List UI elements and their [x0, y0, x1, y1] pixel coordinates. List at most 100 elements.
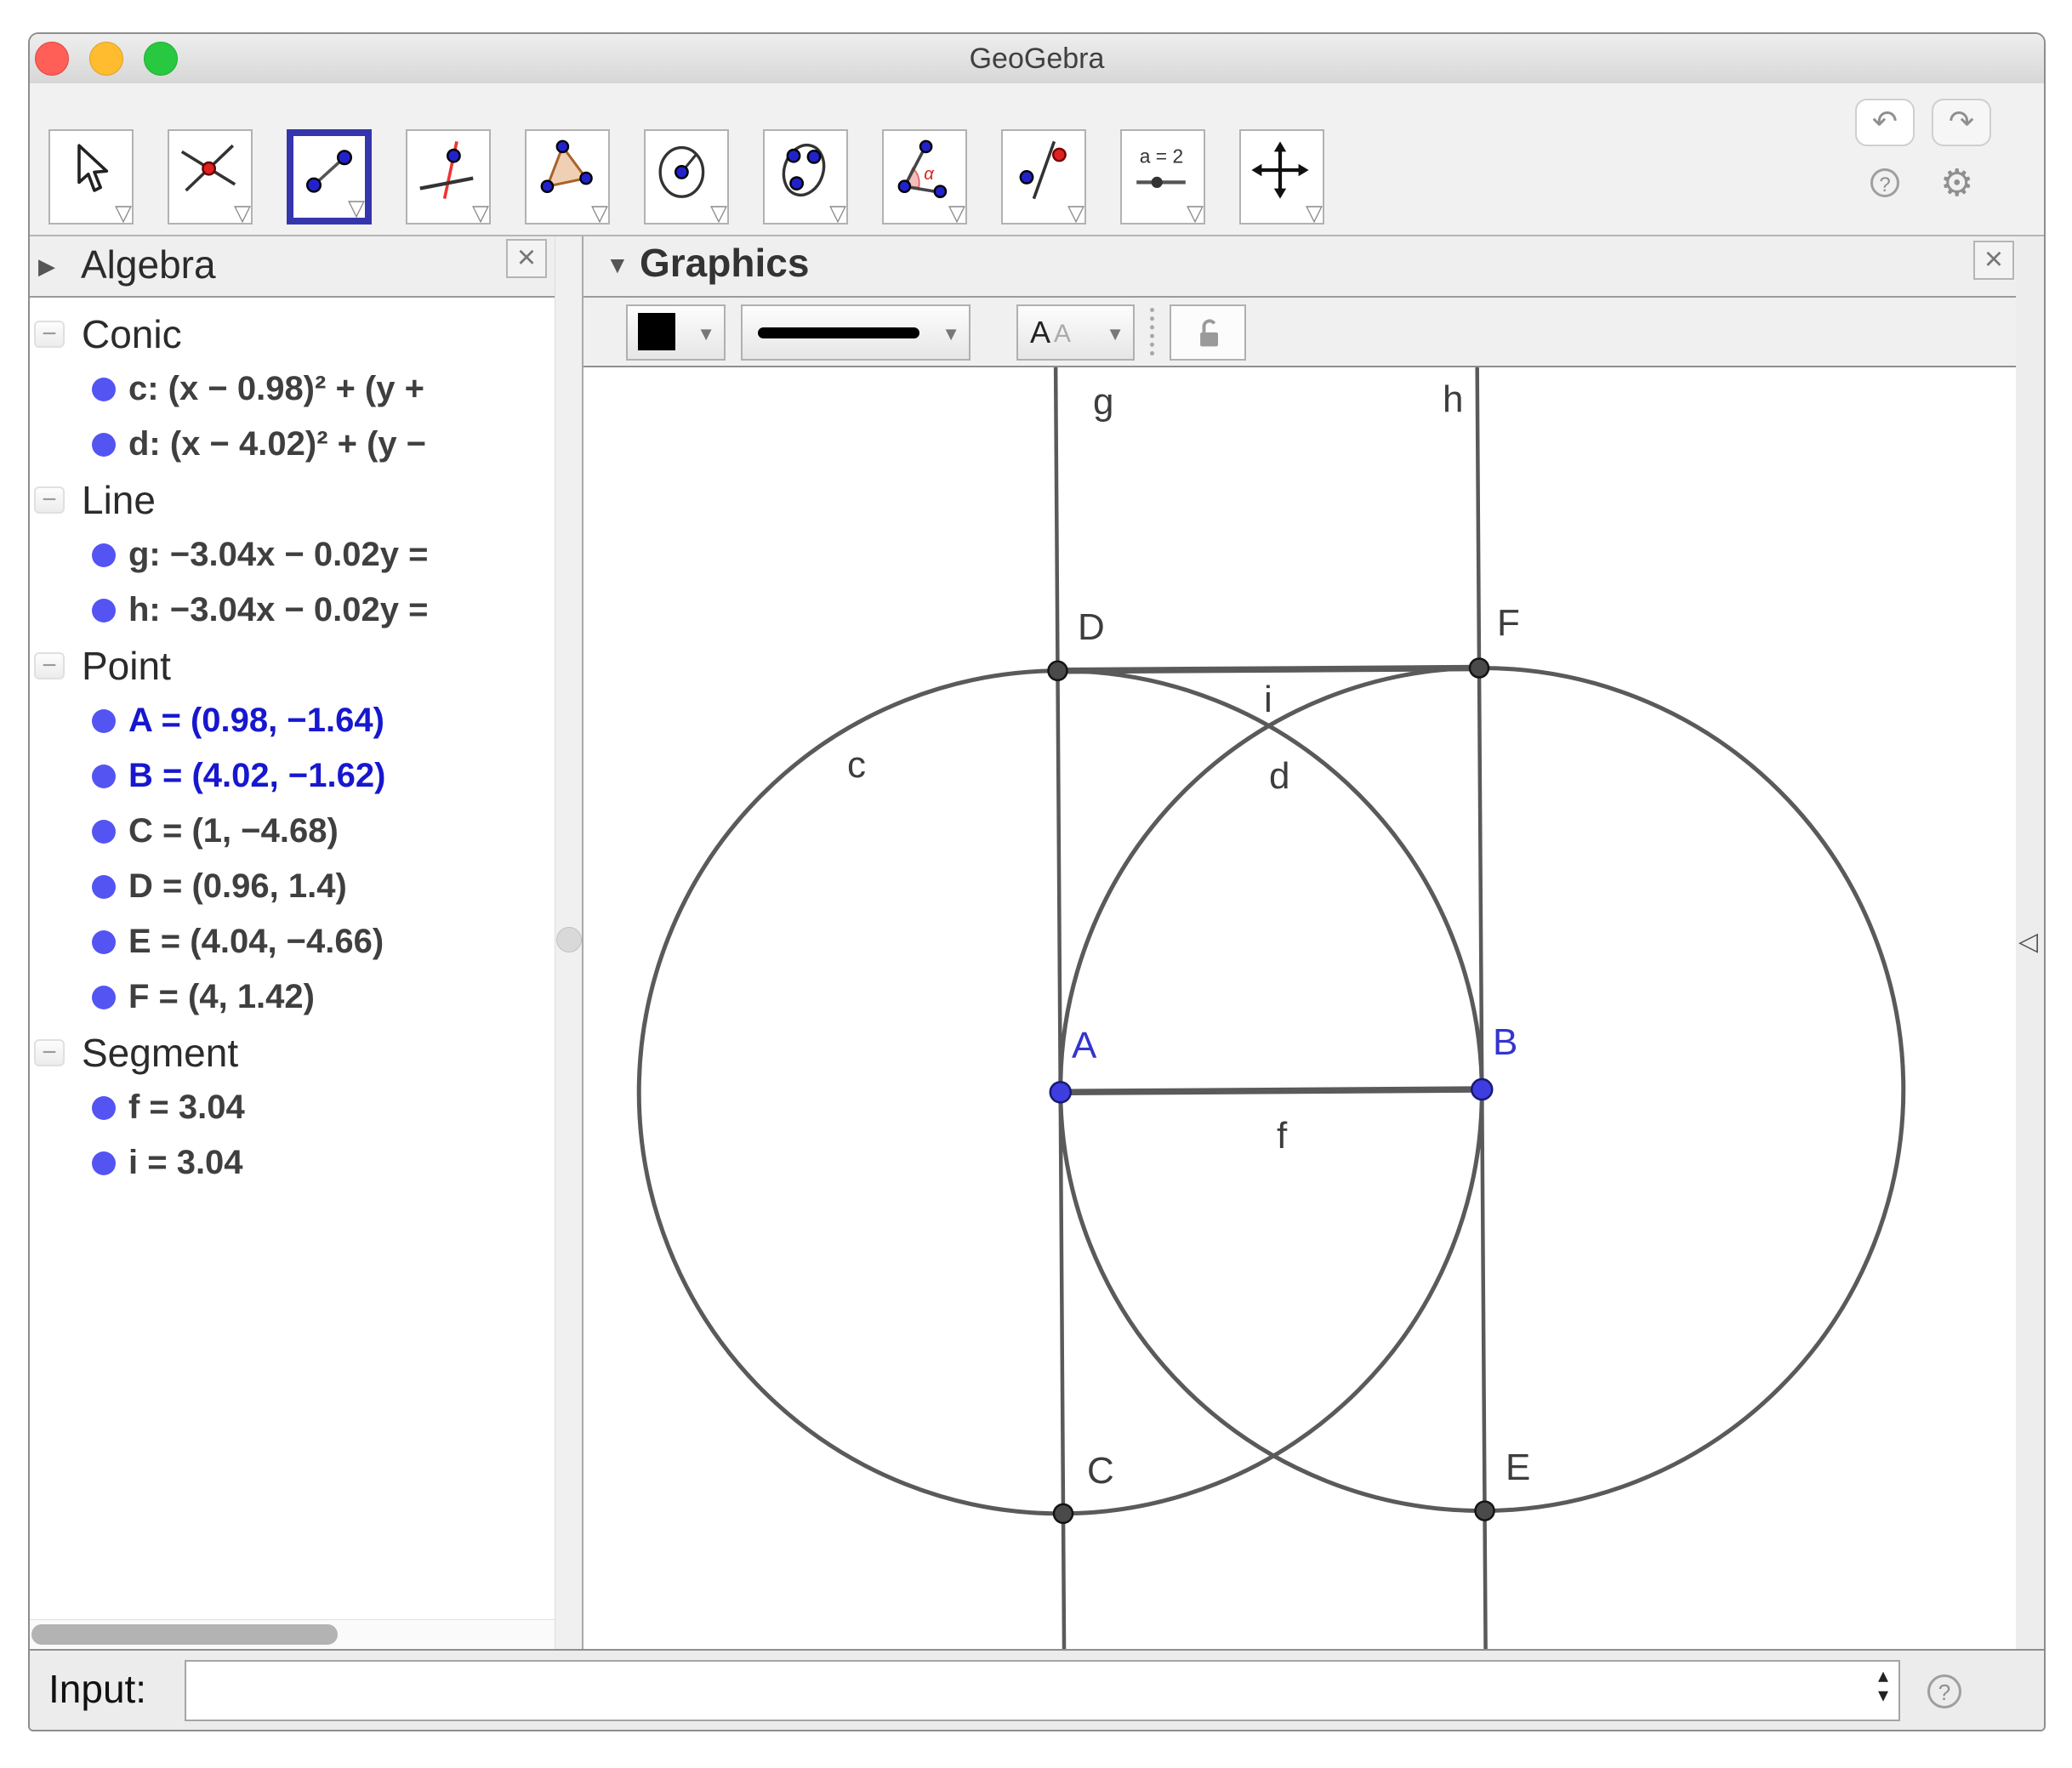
algebra-object-row[interactable]: D = (0.96, 1.4) [30, 859, 555, 914]
object-visibility-bullet[interactable] [92, 708, 116, 733]
tool-button-slider[interactable]: a = 2 ▽ [1120, 129, 1205, 225]
object-visibility-bullet[interactable] [92, 764, 116, 788]
line-style-button[interactable]: ▼ [741, 304, 971, 361]
point-B[interactable] [1471, 1077, 1494, 1101]
object-visibility-bullet[interactable] [92, 432, 116, 457]
tool-button-reflect[interactable]: ▽ [1001, 129, 1086, 225]
label-i[interactable]: i [1264, 679, 1272, 720]
algebra-object-row[interactable]: F = (4, 1.42) [30, 969, 555, 1025]
segment-f[interactable] [1060, 1086, 1483, 1096]
input-field[interactable] [185, 1660, 1900, 1721]
label-C[interactable]: C [1087, 1450, 1114, 1492]
point-F[interactable] [1468, 657, 1490, 679]
tool-button-point[interactable]: ▽ [168, 129, 253, 225]
label-B[interactable]: B [1493, 1021, 1517, 1063]
object-visibility-bullet[interactable] [92, 985, 116, 1009]
tool-dropdown-icon[interactable]: ▽ [1187, 200, 1204, 226]
tool-dropdown-icon[interactable]: ▽ [1067, 200, 1084, 226]
collapse-panel-arrow[interactable]: ◁ [2018, 927, 2038, 957]
object-visibility-bullet[interactable] [92, 598, 116, 622]
algebra-object-row[interactable]: g: −3.04x − 0.02y = [30, 527, 555, 583]
lock-view-button[interactable] [1170, 304, 1246, 361]
help-button[interactable]: ? [1870, 168, 1899, 197]
algebra-object-row[interactable]: f = 3.04 [30, 1080, 555, 1135]
algebra-horizontal-scrollbar[interactable] [30, 1619, 555, 1650]
object-definition[interactable]: B = (4.02, −1.62) [128, 757, 385, 795]
algebra-close-button[interactable]: × [506, 239, 547, 278]
point-D[interactable] [1047, 660, 1068, 682]
object-definition[interactable]: c: (x − 0.98)² + (y + [128, 370, 424, 408]
tool-button-circle-center-point[interactable]: ▽ [644, 129, 729, 225]
label-F[interactable]: F [1497, 602, 1520, 644]
color-swatch-button[interactable]: ▼ [626, 304, 726, 361]
tool-button-polygon[interactable]: ▽ [525, 129, 610, 225]
object-visibility-bullet[interactable] [92, 929, 116, 954]
tool-dropdown-icon[interactable]: ▽ [115, 200, 132, 226]
algebra-object-row[interactable]: B = (4.02, −1.62) [30, 748, 555, 804]
label-A[interactable]: A [1072, 1025, 1097, 1066]
object-definition[interactable]: g: −3.04x − 0.02y = [128, 536, 428, 574]
object-definition[interactable]: d: (x − 4.02)² + (y − [128, 425, 426, 463]
tool-button-perpendicular-line[interactable]: ▽ [406, 129, 491, 225]
object-visibility-bullet[interactable] [92, 377, 116, 401]
label-h[interactable]: h [1443, 378, 1463, 420]
undo-button[interactable]: ↶ [1855, 99, 1915, 146]
collapse-section-button[interactable]: − [34, 1038, 65, 1066]
tool-dropdown-icon[interactable]: ▽ [1306, 200, 1323, 226]
object-visibility-bullet[interactable] [92, 1151, 116, 1175]
spinner-down-icon[interactable]: ▾ [1878, 1685, 1888, 1706]
object-definition[interactable]: C = (1, −4.68) [128, 812, 339, 850]
object-definition[interactable]: E = (4.04, −4.66) [128, 923, 384, 961]
input-help-button[interactable]: ? [1927, 1674, 1961, 1708]
object-definition[interactable]: f = 3.04 [128, 1089, 245, 1127]
label-d[interactable]: d [1269, 755, 1289, 797]
tool-dropdown-icon[interactable]: ▽ [948, 200, 965, 226]
object-definition[interactable]: D = (0.96, 1.4) [128, 867, 347, 906]
tool-dropdown-icon[interactable]: ▽ [234, 200, 251, 226]
tool-dropdown-icon[interactable]: ▽ [472, 200, 489, 226]
algebra-object-row[interactable]: A = (0.98, −1.64) [30, 693, 555, 748]
object-definition[interactable]: i = 3.04 [128, 1144, 243, 1182]
redo-button[interactable]: ↷ [1932, 99, 1991, 146]
tool-button-move-view[interactable]: ▽ [1239, 129, 1324, 225]
tool-button-segment[interactable]: ▽ [287, 129, 372, 225]
algebra-object-row[interactable]: c: (x − 0.98)² + (y + [30, 361, 555, 417]
point-A[interactable] [1049, 1081, 1072, 1104]
object-definition[interactable]: h: −3.04x − 0.02y = [128, 591, 428, 629]
scrollbar-thumb[interactable] [31, 1624, 338, 1645]
graphics-close-button[interactable]: × [1973, 241, 2014, 280]
label-E[interactable]: E [1506, 1447, 1530, 1488]
segment-i[interactable] [1057, 664, 1480, 674]
algebra-object-row[interactable]: C = (1, −4.68) [30, 804, 555, 859]
point-E[interactable] [1474, 1500, 1495, 1521]
tool-dropdown-icon[interactable]: ▽ [829, 200, 846, 226]
algebra-object-row[interactable]: i = 3.04 [30, 1135, 555, 1191]
graphics-view[interactable]: g h D Fid c A Bf C E [583, 367, 2016, 1649]
collapse-section-button[interactable]: − [34, 486, 65, 514]
label-f[interactable]: f [1277, 1115, 1288, 1157]
tool-dropdown-icon[interactable]: ▽ [348, 195, 365, 221]
graphics-collapse-icon[interactable]: ▼ [606, 252, 629, 279]
point-C[interactable] [1052, 1503, 1074, 1525]
collapse-section-button[interactable]: − [34, 320, 65, 348]
object-visibility-bullet[interactable] [92, 1095, 116, 1120]
object-visibility-bullet[interactable] [92, 819, 116, 844]
panel-splitter-handle[interactable] [556, 927, 582, 952]
settings-button[interactable]: ⚙ [1940, 162, 1973, 205]
tool-dropdown-icon[interactable]: ▽ [591, 200, 608, 226]
label-g[interactable]: g [1093, 381, 1113, 423]
tool-dropdown-icon[interactable]: ▽ [710, 200, 727, 226]
collapse-section-button[interactable]: − [34, 651, 65, 679]
input-history-spinner[interactable]: ▴ ▾ [1878, 1666, 1888, 1706]
algebra-object-row[interactable]: E = (4.04, −4.66) [30, 914, 555, 969]
label-D[interactable]: D [1078, 606, 1105, 648]
label-c[interactable]: c [847, 744, 866, 786]
tool-button-angle[interactable]: α ▽ [882, 129, 967, 225]
text-style-button[interactable]: A A ▼ [1016, 304, 1135, 361]
tool-button-move[interactable]: ▽ [48, 129, 134, 225]
object-definition[interactable]: A = (0.98, −1.64) [128, 702, 384, 740]
algebra-object-row[interactable]: d: (x − 4.02)² + (y − [30, 417, 555, 472]
algebra-object-row[interactable]: h: −3.04x − 0.02y = [30, 583, 555, 638]
algebra-expand-icon[interactable]: ▶ [38, 253, 55, 280]
object-visibility-bullet[interactable] [92, 543, 116, 567]
